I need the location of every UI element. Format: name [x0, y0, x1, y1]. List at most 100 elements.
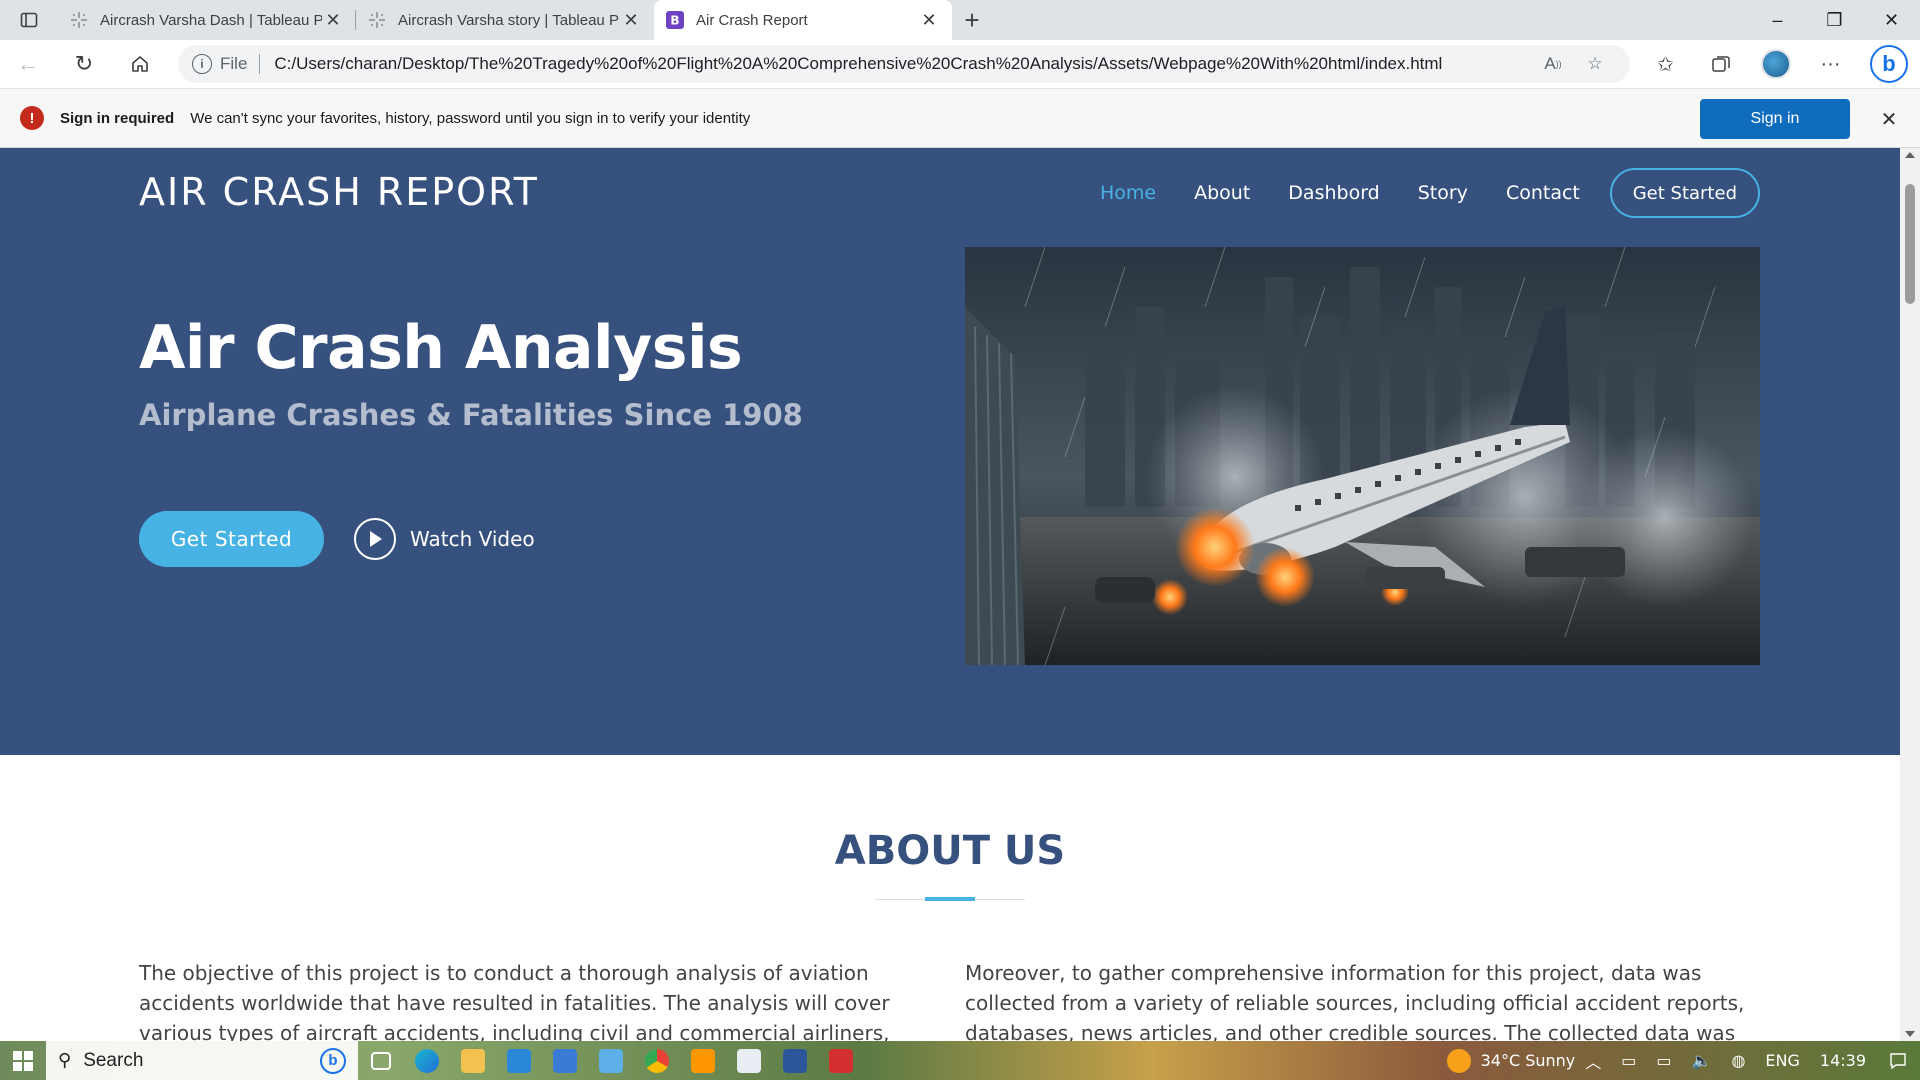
- globe-icon[interactable]: ◍: [1731, 1051, 1745, 1070]
- mail-app[interactable]: [496, 1041, 542, 1080]
- sublime-app[interactable]: [680, 1041, 726, 1080]
- favorites-button[interactable]: ✩: [1638, 40, 1693, 88]
- info-icon[interactable]: i: [192, 54, 212, 74]
- tab-actions-button[interactable]: [0, 0, 58, 40]
- add-favorite-icon[interactable]: ☆: [1574, 54, 1616, 74]
- tab-title: Aircrash Varsha Dash | Tableau Pu: [100, 11, 322, 29]
- address-divider: [259, 54, 261, 74]
- acrobat-app[interactable]: [818, 1041, 864, 1080]
- back-arrow-icon: ←: [17, 51, 39, 76]
- nav-story[interactable]: Story: [1418, 182, 1468, 204]
- taskbar-search[interactable]: ⚲ Search b: [46, 1041, 358, 1080]
- collections-icon: [1711, 56, 1730, 72]
- profile-button[interactable]: [1748, 40, 1803, 88]
- scroll-down-arrow-icon[interactable]: [1905, 1031, 1915, 1037]
- network-app[interactable]: [588, 1041, 634, 1080]
- nav-home[interactable]: Home: [1100, 182, 1156, 204]
- weather-text[interactable]: 34°C Sunny: [1481, 1051, 1576, 1070]
- clock[interactable]: 14:39: [1820, 1051, 1866, 1070]
- tab-title: Aircrash Varsha story | Tableau Pu: [398, 11, 620, 29]
- search-icon: ⚲: [58, 1050, 72, 1070]
- file-explorer-app[interactable]: [450, 1041, 496, 1080]
- address-scheme: File: [220, 54, 248, 73]
- windows-taskbar: ⚲ Search b 34°C Sunny ︿ ▭ ▭ 🔈 ◍ ENG 14:3…: [0, 1041, 1920, 1080]
- close-tab-icon[interactable]: ✕: [322, 9, 344, 31]
- home-icon: [132, 56, 148, 72]
- about-heading: ABOUT US: [834, 828, 1066, 874]
- watch-video-button[interactable]: Watch Video: [354, 517, 535, 561]
- scrollbar-thumb[interactable]: [1905, 184, 1915, 304]
- page-scrollbar[interactable]: [1900, 148, 1920, 1041]
- sublime-icon: [691, 1048, 715, 1073]
- word-app[interactable]: [772, 1041, 818, 1080]
- task-view-icon: [371, 1051, 391, 1070]
- hero-get-started-button[interactable]: Get Started: [139, 511, 324, 567]
- scroll-up-arrow-icon[interactable]: [1905, 152, 1915, 158]
- svg-text:B: B: [670, 14, 679, 28]
- about-text-right: Moreover, to gather comprehensive inform…: [965, 961, 1745, 1041]
- edge-app[interactable]: [404, 1041, 450, 1080]
- windows-icon: [13, 1050, 33, 1071]
- collections-button[interactable]: [1693, 40, 1748, 88]
- plane-crash-image: [965, 247, 1760, 665]
- site-logo[interactable]: AIR CRASH REPORT: [139, 170, 539, 214]
- tableau-icon: [737, 1048, 761, 1073]
- close-infobar-icon[interactable]: ✕: [1876, 106, 1902, 132]
- nav-dashboard[interactable]: Dashbord: [1288, 182, 1379, 204]
- watch-video-label: Watch Video: [410, 527, 535, 551]
- hero-title: Air Crash Analysis: [139, 313, 743, 383]
- refresh-button[interactable]: ↻: [56, 40, 112, 88]
- window-controls: – ❐ ✕: [1749, 0, 1920, 40]
- back-button[interactable]: ←: [0, 40, 56, 88]
- nav-about[interactable]: About: [1194, 182, 1250, 204]
- address-url[interactable]: C:/Users/charan/Desktop/The%20Tragedy%20…: [274, 54, 1532, 74]
- copilot-button[interactable]: b: [1858, 40, 1920, 88]
- volume-icon[interactable]: 🔈: [1692, 1051, 1712, 1070]
- chrome-icon: [645, 1048, 669, 1073]
- search-placeholder: Search: [83, 1049, 144, 1071]
- play-icon: [354, 518, 396, 560]
- task-view-button[interactable]: [358, 1041, 404, 1080]
- mail-icon: [507, 1048, 531, 1073]
- address-bar[interactable]: i File C:/Users/charan/Desktop/The%20Tra…: [178, 45, 1630, 83]
- language-indicator[interactable]: ENG: [1765, 1051, 1799, 1070]
- store-app[interactable]: [542, 1041, 588, 1080]
- nav-contact[interactable]: Contact: [1506, 182, 1580, 204]
- chevron-up-icon[interactable]: ︿: [1585, 1049, 1601, 1073]
- browser-tab-1[interactable]: Aircrash Varsha Dash | Tableau Pu ✕: [58, 0, 356, 40]
- read-aloud-icon[interactable]: A)): [1532, 54, 1574, 74]
- avatar: [1760, 49, 1791, 79]
- new-tab-button[interactable]: +: [952, 0, 992, 40]
- acrobat-icon: [829, 1048, 853, 1073]
- plus-icon: +: [964, 4, 980, 35]
- tableau-app[interactable]: [726, 1041, 772, 1080]
- browser-tab-2[interactable]: Aircrash Varsha story | Tableau Pu ✕: [356, 0, 654, 40]
- tab-actions-icon: [20, 12, 38, 28]
- start-button[interactable]: [0, 1041, 46, 1080]
- notifications-icon[interactable]: [1876, 1041, 1920, 1080]
- restore-button[interactable]: ❐: [1806, 0, 1863, 40]
- bing-icon: b: [320, 1047, 346, 1074]
- close-window-button[interactable]: ✕: [1863, 0, 1920, 40]
- close-tab-icon[interactable]: ✕: [620, 9, 642, 31]
- tableau-icon: [368, 11, 386, 29]
- favorites-icon: ✩: [1657, 53, 1674, 76]
- sign-in-button[interactable]: Sign in: [1700, 99, 1850, 139]
- home-button[interactable]: [112, 40, 168, 88]
- meet-icon[interactable]: ▭: [1621, 1051, 1636, 1070]
- settings-more-button[interactable]: ···: [1803, 40, 1858, 88]
- more-icon: ···: [1820, 52, 1841, 75]
- nav-get-started-button[interactable]: Get Started: [1609, 168, 1760, 218]
- tab-title: Air Crash Report: [696, 11, 808, 29]
- network-icon: [599, 1048, 623, 1073]
- close-tab-icon[interactable]: ✕: [918, 9, 940, 31]
- bootstrap-icon: B: [666, 11, 684, 29]
- battery-icon[interactable]: ▭: [1656, 1051, 1671, 1070]
- hero-subtitle: Airplane Crashes & Fatalities Since 1908: [139, 398, 803, 432]
- bing-icon: b: [1870, 45, 1908, 83]
- store-icon: [553, 1048, 577, 1073]
- minimize-button[interactable]: –: [1749, 0, 1806, 40]
- chrome-app[interactable]: [634, 1041, 680, 1080]
- browser-tab-3[interactable]: B Air Crash Report ✕: [654, 0, 952, 40]
- refresh-icon: ↻: [74, 51, 94, 76]
